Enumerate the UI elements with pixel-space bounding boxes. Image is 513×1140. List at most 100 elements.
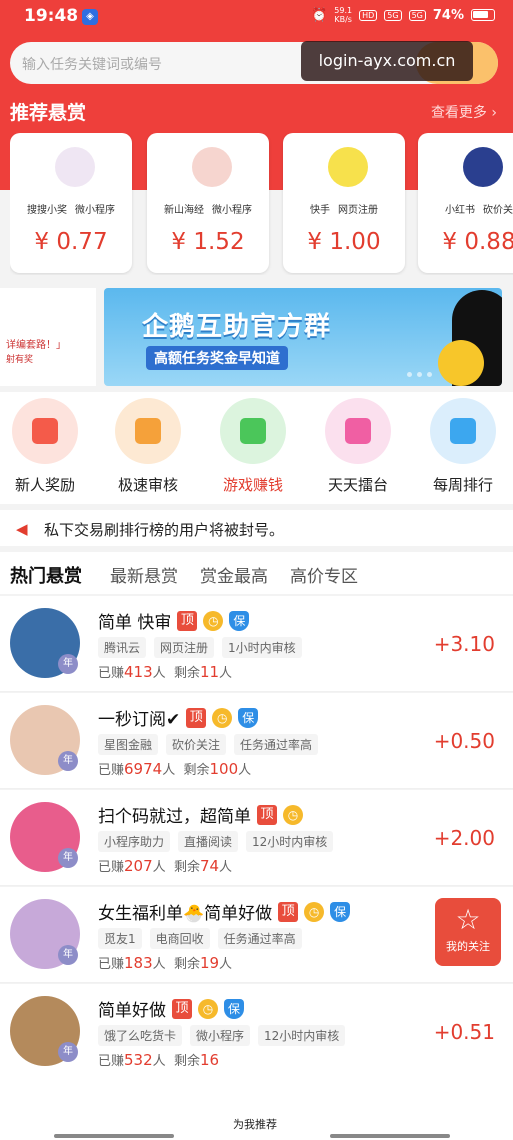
- watermark: login-ayx.com.cn: [301, 41, 473, 81]
- task-tag: 腾讯云: [98, 637, 147, 658]
- recommend-card[interactable]: 小红书 砍价关 ¥ 0.88: [418, 133, 513, 273]
- year-badge-icon: 年: [58, 945, 78, 965]
- task-tag: 觅友1: [98, 928, 142, 949]
- signal-1-icon: 5G: [384, 9, 402, 21]
- top-badge: 顶: [186, 707, 207, 728]
- task-tag: 网页注册: [154, 637, 215, 658]
- recommend-card[interactable]: 新山海经 微小程序 ¥ 1.52: [147, 133, 269, 273]
- task-reward: +2.00: [433, 826, 495, 850]
- notice-text: 私下交易刷排行榜的用户将被封号。: [44, 521, 285, 539]
- tab-hot[interactable]: 热门悬赏: [10, 562, 82, 588]
- guarantee-badge: 保: [330, 901, 351, 922]
- status-time: 19:48: [24, 6, 79, 26]
- task-tag: 星图金融: [98, 734, 159, 755]
- year-badge-icon: 年: [58, 654, 78, 674]
- star-flag-icon: [325, 398, 391, 464]
- task-tag: 直播阅读: [178, 831, 239, 852]
- quick-entry-label: 新人奖励: [14, 476, 75, 494]
- signal-2-icon: 5G: [408, 9, 426, 21]
- card-avatar: [463, 147, 503, 187]
- task-stats: 已赚413人 剩余11人: [98, 663, 233, 681]
- tab-highest-reward[interactable]: 赏金最高: [200, 562, 268, 587]
- year-badge-icon: 年: [58, 1042, 78, 1062]
- coin-icon: [438, 340, 484, 386]
- task-row[interactable]: 年 一秒订阅✔ 顶 ◷ 保 星图金融 砍价关注 任务通过率高 已赚6974人 剩…: [0, 693, 513, 789]
- task-title: 一秒订阅✔ 顶 ◷ 保: [98, 705, 259, 730]
- card-tag: 新山海经: [164, 205, 204, 216]
- quick-entry-label: 天天擂台: [327, 476, 388, 494]
- task-tags: 觅友1 电商回收 任务通过率高: [98, 928, 302, 949]
- task-tags: 星图金融 砍价关注 任务通过率高: [98, 734, 319, 755]
- task-title-text: 简单好做: [98, 1001, 166, 1021]
- year-badge-icon: 年: [58, 751, 78, 771]
- task-tabs: 热门悬赏 最新悬赏 赏金最高 高价专区: [0, 552, 513, 594]
- clock-icon: ◷: [304, 901, 325, 922]
- quick-entry-new-user[interactable]: 新人奖励: [0, 398, 90, 495]
- guarantee-badge: 保: [224, 998, 244, 1019]
- guarantee-badge: 保: [238, 707, 259, 728]
- battery-icon: [471, 9, 495, 21]
- task-tag: 12小时内审核: [246, 831, 334, 852]
- network-speed: 59.1 KB/s: [334, 6, 353, 24]
- follow-label: 我的关注: [446, 940, 490, 953]
- clock-icon: ◷: [212, 707, 233, 728]
- top-badge: 顶: [172, 998, 192, 1019]
- recommend-card[interactable]: 快手 网页注册 ¥ 1.00: [283, 133, 405, 273]
- task-tag: 小程序助力: [98, 831, 171, 852]
- card-price: ¥ 0.77: [34, 229, 108, 255]
- recommend-title: 推荐悬赏: [10, 102, 87, 124]
- my-follow-button[interactable]: ☆ 我的关注: [435, 898, 501, 966]
- app-notification-icon: ◈: [82, 9, 98, 25]
- status-bar: 19:48 ◈ ⏰ 59.1 KB/s HD 5G 5G 74%: [0, 0, 513, 36]
- card-avatar: [192, 147, 232, 187]
- banner-title: 企鹅互助官方群: [142, 312, 332, 342]
- task-row[interactable]: 年 扫个码就过，超简单 顶 ◷ 小程序助力 直播阅读 12小时内审核 已赚207…: [0, 790, 513, 886]
- task-title-text: 简单 快审: [98, 613, 172, 633]
- card-avatar: [328, 147, 368, 187]
- card-price: ¥ 1.00: [307, 229, 381, 255]
- quick-entry-bar: 新人奖励 极速审核 游戏赚钱 天天擂台 每周排行: [0, 392, 513, 504]
- search-input[interactable]: 输入任务关键词或编号: [22, 54, 162, 74]
- task-stats: 已赚532人 剩余16: [98, 1051, 220, 1069]
- task-title: 女生福利单🐣简单好做 顶 ◷ 保: [98, 899, 351, 924]
- alarm-icon: ⏰: [311, 7, 328, 23]
- top-badge: 顶: [278, 901, 299, 922]
- quick-entry-label: 游戏赚钱: [222, 476, 283, 494]
- task-tag: 电商回收: [149, 928, 210, 949]
- gesture-bar: [54, 1134, 174, 1138]
- top-badge: 顶: [177, 610, 198, 631]
- task-row[interactable]: 年 简单 快审 顶 ◷ 保 腾讯云 网页注册 1小时内审核 已赚413人 剩余1…: [0, 596, 513, 692]
- banner-main-slide[interactable]: 企鹅互助官方群 高额任务奖金早知道: [104, 288, 502, 386]
- status-right: ⏰ 59.1 KB/s HD 5G 5G 74%: [311, 6, 495, 24]
- recommend-card[interactable]: 搜搜小奖 微小程序 ¥ 0.77: [10, 133, 132, 273]
- tab-latest[interactable]: 最新悬赏: [110, 562, 178, 587]
- promo-banner[interactable]: 详编套路！」 射有奖 企鹅互助官方群 高额任务奖金早知道: [0, 288, 513, 386]
- task-tag: 1小时内审核: [222, 637, 302, 658]
- recommend-cards: 搜搜小奖 微小程序 ¥ 0.77 新山海经 微小程序 ¥ 1.52 快手 网页注册 ¥…: [10, 133, 513, 275]
- task-tag: 饿了么吃货卡: [98, 1025, 183, 1046]
- task-reward: +0.51: [433, 1020, 495, 1044]
- card-price: ¥ 0.88: [442, 229, 513, 255]
- task-stats: 已赚183人 剩余19人: [98, 954, 233, 972]
- tab-high-price[interactable]: 高价专区: [290, 562, 358, 587]
- quick-entry-game[interactable]: 游戏赚钱: [208, 398, 298, 495]
- card-tag: 微小程序: [212, 205, 252, 216]
- card-tag: 搜搜小奖: [27, 205, 67, 216]
- notice-bar: ◀ 私下交易刷排行榜的用户将被封号。: [0, 510, 513, 546]
- task-row[interactable]: 年 简单好做 顶 ◷ 保 饿了么吃货卡 微小程序 12小时内审核 已赚532人 …: [0, 984, 513, 1074]
- task-tag: 任务通过率高: [217, 928, 302, 949]
- nav-recommend-label: 为我推荐: [233, 1118, 277, 1131]
- top-badge: 顶: [257, 804, 277, 825]
- task-stats: 已赚207人 剩余74人: [98, 857, 233, 875]
- quick-entry-arena[interactable]: 天天擂台: [313, 398, 403, 495]
- banner-prev-text: 射有奖: [6, 355, 34, 365]
- quick-entry-fast-review[interactable]: 极速审核: [103, 398, 193, 495]
- task-title: 简单好做 顶 ◷ 保: [98, 996, 244, 1021]
- banner-prev-slide: 详编套路！」 射有奖: [0, 288, 96, 386]
- gift-icon: [12, 398, 78, 464]
- recommend-more-link[interactable]: 查看更多 ›: [431, 102, 497, 122]
- card-tag: 快手: [310, 205, 330, 216]
- quick-entry-ranking[interactable]: 每周排行: [418, 398, 508, 495]
- task-title: 简单 快审 顶 ◷ 保: [98, 608, 250, 633]
- gesture-bar: [330, 1134, 450, 1138]
